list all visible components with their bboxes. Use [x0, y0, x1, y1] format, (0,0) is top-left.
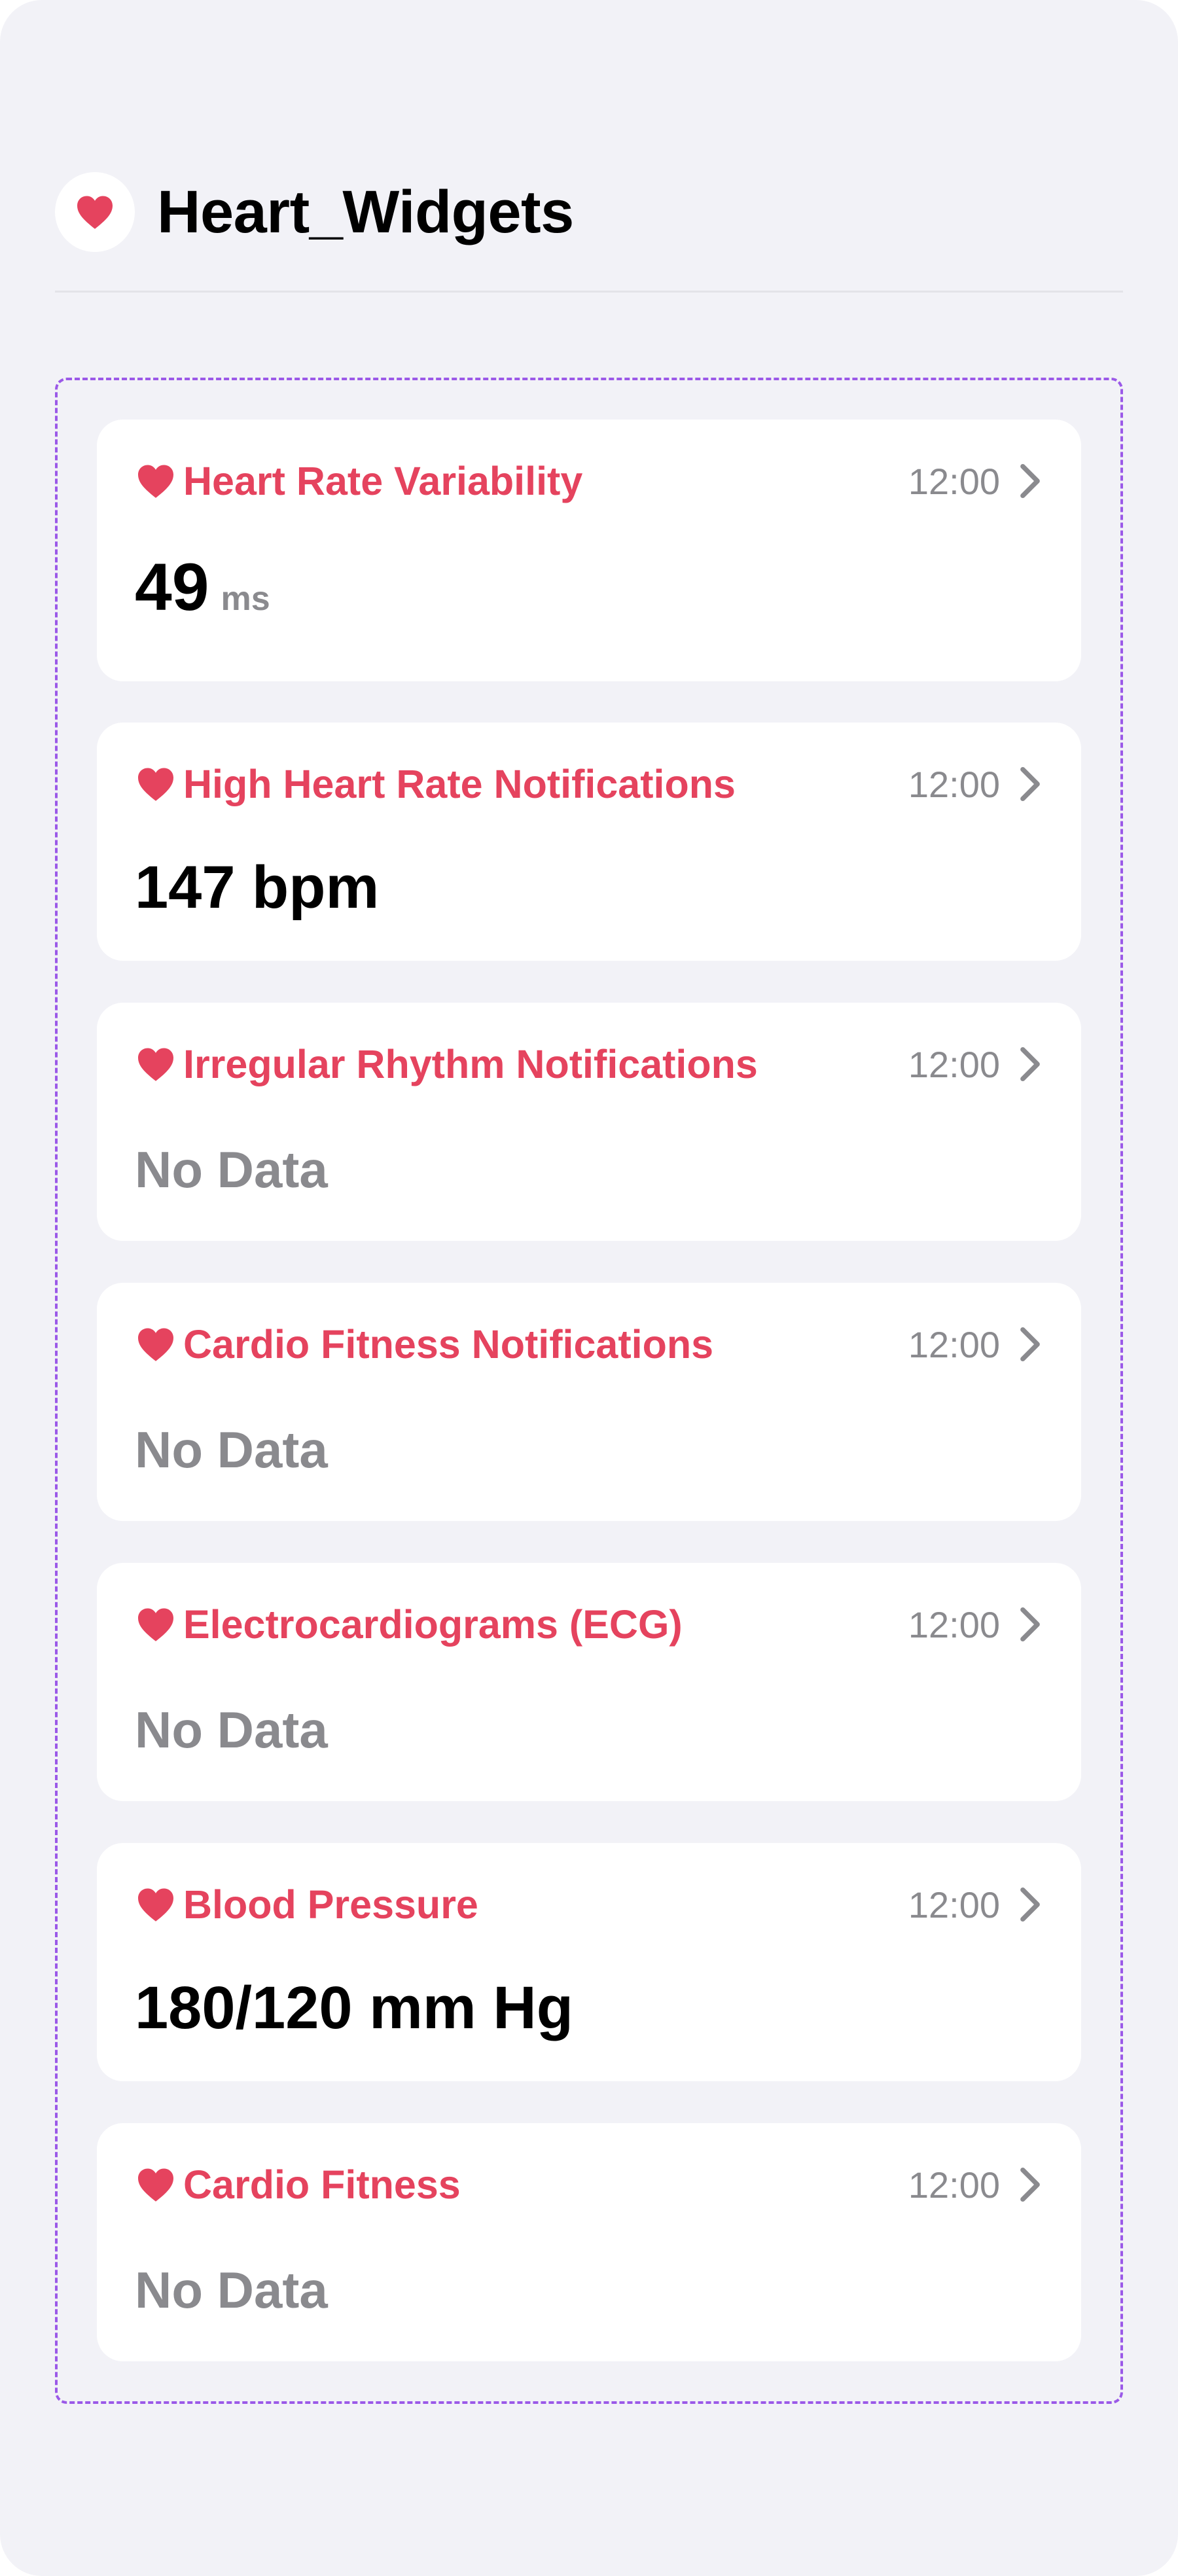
widget-no-data: No Data [135, 1421, 328, 1478]
header-divider [55, 291, 1123, 293]
widget-no-data: No Data [135, 1141, 328, 1198]
widget-value: 49 ms [135, 549, 270, 626]
widget-title: Irregular Rhythm Notifications [183, 1042, 758, 1086]
heart-icon [138, 2168, 173, 2202]
widget-no-data: No Data [135, 1701, 328, 1759]
widget-card-high-heart-rate-notifications[interactable]: High Heart Rate Notifications 12:00 147 … [97, 723, 1081, 961]
widget-title: Cardio Fitness Notifications [183, 1322, 714, 1367]
widget-header: Cardio Fitness Notifications 12:00 [136, 1319, 1042, 1369]
widget-title: Blood Pressure [183, 1882, 478, 1927]
chevron-right-icon [1020, 766, 1040, 802]
chevron-right-icon [1020, 1887, 1040, 1922]
heart-icon [138, 1888, 173, 1922]
widget-header: High Heart Rate Notifications 12:00 [136, 759, 1042, 809]
chevron-right-icon [1020, 1327, 1040, 1362]
heart-icon [138, 768, 173, 801]
page-title: Heart_Widgets [157, 178, 574, 245]
page: Heart_Widgets Heart Rate Variability 12:… [0, 0, 1178, 2576]
widget-card-cardio-fitness[interactable]: Cardio Fitness 12:00 No Data [97, 2123, 1081, 2361]
widget-card-cardio-fitness-notifications[interactable]: Cardio Fitness Notifications 12:00 No Da… [97, 1283, 1081, 1521]
heart-icon [138, 1048, 173, 1081]
widget-card-heart-rate-variability[interactable]: Heart Rate Variability 12:00 49 ms [97, 420, 1081, 681]
chevron-right-icon [1020, 1046, 1040, 1082]
widget-value-text: 147 bpm [135, 854, 380, 921]
chevron-right-icon [1020, 2167, 1040, 2202]
widget-value: 180/120 mm Hg [135, 1974, 573, 2043]
header: Heart_Widgets [55, 172, 574, 252]
widget-title: High Heart Rate Notifications [183, 762, 736, 806]
heart-icon [138, 1328, 173, 1361]
widget-header: Electrocardiograms (ECG) 12:00 [136, 1600, 1042, 1649]
widget-header: Cardio Fitness 12:00 [136, 2160, 1042, 2209]
heart-icon [138, 465, 173, 498]
widget-title: Cardio Fitness [183, 2162, 461, 2207]
widget-card-electrocardiograms[interactable]: Electrocardiograms (ECG) 12:00 No Data [97, 1563, 1081, 1801]
widget-value: No Data [135, 1140, 328, 1200]
widget-header: Heart Rate Variability 12:00 [136, 456, 1042, 506]
widget-value: No Data [135, 1420, 328, 1480]
widget-header: Blood Pressure 12:00 [136, 1880, 1042, 1929]
widget-value: 147 bpm [135, 853, 379, 922]
widget-time: 12:00 [908, 1603, 1000, 1645]
widget-value: No Data [135, 1700, 328, 1760]
widget-no-data: No Data [135, 2261, 328, 2319]
chevron-right-icon [1020, 463, 1040, 499]
widget-card-blood-pressure[interactable]: Blood Pressure 12:00 180/120 mm Hg [97, 1843, 1081, 2081]
widget-value-number: 49 [135, 550, 209, 624]
widget-card-irregular-rhythm-notifications[interactable]: Irregular Rhythm Notifications 12:00 No … [97, 1003, 1081, 1241]
widget-value-unit: ms [221, 580, 270, 618]
heart-icon [138, 1608, 173, 1641]
heart-icon [55, 172, 135, 252]
widget-time: 12:00 [908, 460, 1000, 502]
widget-time: 12:00 [908, 2164, 1000, 2206]
widget-value-text: 180/120 mm Hg [135, 1975, 573, 2041]
widget-time: 12:00 [908, 1323, 1000, 1365]
widget-time: 12:00 [908, 1043, 1000, 1085]
widget-value: No Data [135, 2261, 328, 2320]
widget-header: Irregular Rhythm Notifications 12:00 [136, 1039, 1042, 1089]
widget-title: Heart Rate Variability [183, 459, 583, 503]
widget-title: Electrocardiograms (ECG) [183, 1602, 683, 1647]
widget-time: 12:00 [908, 1884, 1000, 1925]
widget-time: 12:00 [908, 763, 1000, 805]
chevron-right-icon [1020, 1607, 1040, 1642]
